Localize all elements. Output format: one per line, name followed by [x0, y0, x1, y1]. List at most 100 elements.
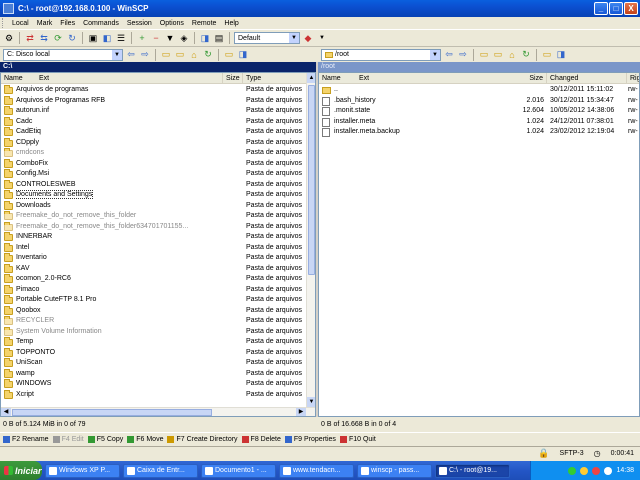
parent-directory-icon[interactable]: ▭ — [160, 49, 172, 61]
command-f7[interactable]: F7 Create Directory — [167, 435, 238, 443]
table-row[interactable]: autorun.inf Pasta de arquivos — [1, 106, 315, 117]
table-row[interactable]: Downloads Pasta de arquivos — [1, 200, 315, 212]
menu-session[interactable]: Session — [123, 20, 156, 27]
transfer-options-icon[interactable]: ▤ — [213, 32, 225, 44]
refresh-icon[interactable]: ↻ — [66, 32, 78, 44]
chevron-down-icon[interactable]: ▼ — [316, 32, 328, 44]
maximize-button[interactable]: □ — [609, 2, 623, 15]
table-row[interactable]: CONTROLESWEB Pasta de arquivos — [1, 179, 315, 191]
column-size[interactable]: Size — [223, 73, 243, 84]
local-drive-select[interactable]: C: Disco local ▼ — [3, 48, 123, 61]
bookmark-icon[interactable]: ▭ — [223, 49, 235, 61]
explore-icon[interactable]: ◨ — [237, 49, 249, 61]
tray-volume-icon[interactable] — [604, 466, 613, 475]
tray-clock[interactable]: 14:38 — [616, 467, 634, 474]
menu-options[interactable]: Options — [156, 20, 188, 27]
column-type[interactable]: Type — [243, 73, 308, 84]
transfer-settings-select[interactable]: Default ▼ — [234, 32, 300, 44]
table-row[interactable]: .bash_history 2.016 30/12/2011 15:34:47 rw- — [319, 96, 639, 107]
minimize-button[interactable]: _ — [594, 2, 608, 15]
forward-icon[interactable]: ⇨ — [139, 49, 151, 61]
taskbar-task[interactable]: Windows XP P... — [45, 463, 120, 478]
forward-icon[interactable]: ⇨ — [457, 49, 469, 61]
table-row[interactable]: TOPPONTO Pasta de arquivos — [1, 347, 315, 359]
table-row[interactable]: KAV Pasta de arquivos — [1, 263, 315, 275]
menu-files[interactable]: Files — [56, 20, 79, 27]
table-row[interactable]: CadEtiq Pasta de arquivos — [1, 127, 315, 138]
parent-directory-icon[interactable]: ▭ — [478, 49, 490, 61]
chevron-down-icon[interactable]: ▼ — [112, 49, 122, 60]
remote-file-list[interactable]: Name Ext Size Changed Rig .. 30/12/2011 15… — [318, 72, 640, 417]
console-icon[interactable]: ▣ — [87, 32, 99, 44]
table-row[interactable]: Config.Msi Pasta de arquivos — [1, 169, 315, 180]
table-row[interactable]: Freemake_do_not_remove_this_folder634701… — [1, 221, 315, 233]
home-directory-icon[interactable]: ⌂ — [188, 49, 200, 61]
chevron-down-icon[interactable]: ▼ — [430, 49, 440, 60]
table-row[interactable]: Documents and Settings Pasta de arquivos — [1, 190, 315, 201]
queue-icon[interactable]: ☰ — [115, 32, 127, 44]
column-name[interactable]: Name Ext — [1, 73, 223, 84]
menu-mark[interactable]: Mark — [33, 20, 57, 27]
taskbar-task[interactable]: C:\ - root@19... — [435, 463, 510, 478]
table-row[interactable]: Portable CuteFTP 8.1 Pro Pasta de arquivo… — [1, 295, 315, 306]
local-file-list[interactable]: Name Ext Size Type Arquivos de programas P… — [0, 72, 316, 417]
table-row[interactable]: Arquivos de Programas RFB Pasta de arquiv… — [1, 95, 315, 107]
refresh-icon[interactable]: ↻ — [202, 49, 214, 61]
table-row[interactable]: ocomon_2.0-RC6 Pasta de arquivos — [1, 274, 315, 285]
putty-icon[interactable]: ◧ — [101, 32, 113, 44]
command-f2[interactable]: F2 Rename — [3, 435, 49, 443]
home-directory-icon[interactable]: ⌂ — [506, 49, 518, 61]
command-f8[interactable]: F8 Delete — [241, 435, 281, 443]
table-row[interactable]: installer.meta.backup 1.024 23/02/2012 12:… — [319, 127, 639, 138]
table-row[interactable]: CDpply Pasta de arquivos — [1, 137, 315, 149]
menu-local[interactable]: Local — [8, 20, 33, 27]
chevron-down-icon[interactable]: ▼ — [289, 33, 299, 43]
scroll-right-icon[interactable]: ▶ — [296, 408, 306, 416]
root-directory-icon[interactable]: ▭ — [492, 49, 504, 61]
table-row[interactable]: ComboFix Pasta de arquivos — [1, 158, 315, 170]
command-f4[interactable]: F4 Edit — [52, 435, 84, 443]
refresh-icon[interactable]: ↻ — [520, 49, 532, 61]
table-row[interactable]: Xcript Pasta de arquivos — [1, 389, 315, 401]
taskbar-task[interactable]: Documento1 - ... — [201, 463, 276, 478]
table-row[interactable]: cmdcons Pasta de arquivos — [1, 148, 315, 159]
start-button[interactable]: Iniciar — [0, 461, 42, 480]
root-directory-icon[interactable]: ▭ — [174, 49, 186, 61]
table-row[interactable]: Inventario Pasta de arquivos — [1, 253, 315, 264]
scroll-thumb[interactable] — [308, 85, 315, 275]
tray-shield-icon[interactable] — [580, 466, 589, 475]
table-row[interactable]: INNERBAR Pasta de arquivos — [1, 232, 315, 243]
table-row[interactable]: wamp Pasta de arquivos — [1, 368, 315, 380]
command-f10[interactable]: F10 Quit — [339, 435, 376, 443]
table-row[interactable]: RECYCLER Pasta de arquivos — [1, 316, 315, 327]
taskbar-task[interactable]: winscp - pass... — [357, 463, 432, 478]
remote-path-select[interactable]: /root ▼ — [321, 48, 441, 61]
new-session-icon[interactable]: ◨ — [199, 32, 211, 44]
synchronize-icon[interactable]: ⇆ — [38, 32, 50, 44]
filter-icon[interactable]: ▼ — [164, 32, 176, 44]
tray-antivirus-icon[interactable] — [592, 466, 601, 475]
column-name[interactable]: Name Ext — [319, 73, 547, 84]
table-row[interactable]: .. 30/12/2011 15:11:02 rw- — [319, 85, 639, 96]
table-row[interactable]: Freemake_do_not_remove_this_folder Pasta … — [1, 211, 315, 222]
back-icon[interactable]: ⇦ — [443, 49, 455, 61]
invert-selection-icon[interactable]: ◈ — [178, 32, 190, 44]
table-row[interactable]: .monit.state 12.604 10/05/2012 14:38:06 rw- — [319, 106, 639, 117]
column-rights[interactable]: Rig — [627, 73, 639, 84]
menubar-grip[interactable] — [2, 18, 5, 28]
menu-remote[interactable]: Remote — [188, 20, 221, 27]
window-titlebar[interactable]: C:\ - root@192.168.0.100 - WinSCP _ □ X — [0, 0, 640, 17]
close-button[interactable]: X — [624, 2, 638, 15]
command-f5[interactable]: F5 Copy — [87, 435, 123, 443]
table-row[interactable]: WINDOWS Pasta de arquivos — [1, 379, 315, 390]
table-row[interactable]: Arquivos de programas Pasta de arquivos — [1, 85, 315, 96]
table-row[interactable]: System Volume Information Pasta de arquiv… — [1, 326, 315, 338]
taskbar-task[interactable]: www.tendacn... — [279, 463, 354, 478]
tray-network-icon[interactable] — [568, 466, 577, 475]
table-row[interactable]: installer.meta 1.024 24/12/2011 07:38:01 rw… — [319, 117, 639, 128]
back-icon[interactable]: ⇦ — [125, 49, 137, 61]
transfer-presets-icon[interactable]: ◆ — [302, 32, 314, 44]
table-row[interactable]: UniScan Pasta de arquivos — [1, 358, 315, 369]
compare-directories-icon[interactable]: ⇄ — [24, 32, 36, 44]
table-row[interactable]: Intel Pasta de arquivos — [1, 242, 315, 254]
